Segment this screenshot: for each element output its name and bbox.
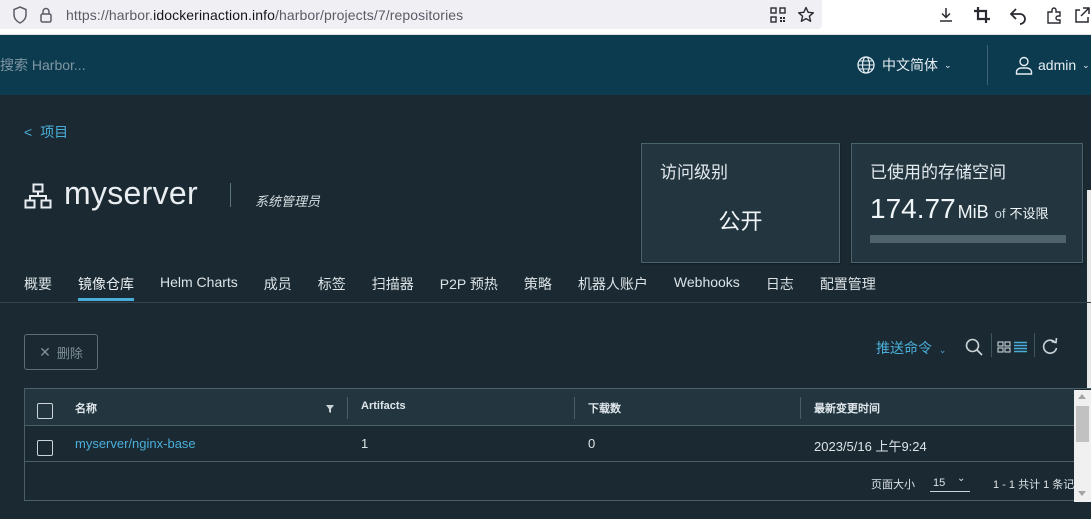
repository-name-link[interactable]: myserver/nginx-base [75,436,196,451]
username: admin [1038,57,1077,73]
undo-icon[interactable] [1008,5,1028,25]
row-checkbox[interactable] [37,440,53,456]
storage-usage: 174.77 MiB of 不设限 [870,193,1049,225]
search-icon[interactable] [964,337,984,357]
storage-of: of [994,206,1006,221]
storage-title: 已使用的存储空间 [870,163,1006,182]
chevron-down-icon: ⌄ [944,59,952,70]
address-bar[interactable]: https://harbor.idockerinaction.info/harb… [0,0,822,29]
tab-0[interactable]: 概要 [24,274,52,298]
push-command-label: 推送命令 [876,340,932,356]
filter-icon[interactable] [325,404,335,414]
page-size-label: 页面大小 [871,479,915,491]
extensions-icon[interactable] [1044,5,1064,25]
bookmark-star-icon[interactable] [796,5,816,25]
repository-name[interactable]: myserver/nginx-base [75,436,196,451]
download-icon[interactable] [936,5,956,25]
browser-toolbar: https://harbor.idockerinaction.info/harb… [0,0,1091,35]
column-separator[interactable] [347,397,348,419]
language-switcher[interactable]: 中文简体 ⌄ [856,53,952,77]
tab-1[interactable]: 镜像仓库 [78,274,134,301]
tab-10[interactable]: 日志 [766,274,794,298]
tabs-divider [0,302,1091,303]
access-level-value: 公开 [718,209,763,234]
project-tabs: 概要 镜像仓库 Helm Charts 成员 标签 扫描器 P2P 预热 策略 机器人账户 Web… [24,274,902,301]
column-header-name[interactable]: 名称 [75,400,97,416]
storage-limit: 不设限 [1009,206,1049,221]
qr-code-icon[interactable] [768,5,788,25]
table-header: 名称 Artifacts 下载数 最新变更时间 [25,389,1075,426]
share-icon[interactable] [1072,5,1091,25]
column-header-updated[interactable]: 最新变更时间 [814,400,880,416]
tab-3[interactable]: 成员 [264,274,292,298]
tab-9[interactable]: Webhooks [674,274,740,298]
globe-icon [857,56,875,74]
view-toggle-icon[interactable] [997,337,1029,357]
tab-6[interactable]: P2P 预热 [440,274,498,298]
repositories-table: 名称 Artifacts 下载数 最新变更时间 myserver/nginx-b… [24,388,1091,501]
access-level-card: 访问级别 公开 [641,143,840,263]
toolbar-divider [991,333,992,357]
scrollbar-thumb[interactable] [1076,406,1089,442]
back-to-projects-link[interactable]: < 项目 [24,122,68,142]
main-content: < 项目 myserver 系统管理员 访问级别 公开 已使用的存储空间 174.… [0,95,1091,519]
scroll-up-arrow-icon[interactable] [1078,394,1086,399]
tab-4[interactable]: 标签 [318,274,346,298]
user-icon [1015,56,1033,75]
lock-icon[interactable] [36,5,56,25]
update-time: 2023/5/16 上午9:24 [814,439,927,454]
chevron-down-icon: ⌄ [938,345,947,355]
table-row[interactable]: myserver/nginx-base 1 0 2023/5/16 上午9:24 [25,426,1075,462]
header-divider [987,45,988,85]
page-size-select[interactable]: 15 ⌄ [930,470,970,492]
push-command-dropdown[interactable]: 推送命令 ⌄ [876,338,946,358]
table-scrollbar[interactable] [1074,390,1091,502]
storage-unit: MiB [957,202,989,222]
title-divider [230,183,231,207]
language-label: 中文简体 [882,57,938,73]
project-name: myserver [64,175,198,211]
storage-amount: 174.77 [870,193,956,224]
storage-card: 已使用的存储空间 174.77 MiB of 不设限 [851,143,1083,263]
page-scrollbar[interactable] [1087,190,1091,390]
crop-icon[interactable] [972,5,992,25]
access-level-title: 访问级别 [660,163,728,182]
tab-11[interactable]: 配置管理 [820,274,876,298]
column-header-pulls[interactable]: 下载数 [588,400,621,416]
refresh-icon[interactable] [1041,337,1059,357]
chevron-down-icon: ⌄ [1082,59,1090,70]
column-separator[interactable] [800,397,801,419]
record-count: 1 - 1 共计 1 条记录 [993,479,1086,491]
back-link-label: 项目 [40,124,69,140]
tab-8[interactable]: 机器人账户 [578,274,648,298]
toolbar-divider [1034,333,1035,357]
column-header-artifacts[interactable]: Artifacts [361,400,406,412]
page-size-value: 15 [933,477,946,489]
tab-2[interactable]: Helm Charts [160,274,238,298]
pull-count: 0 [588,436,596,451]
table-footer: 页面大小 15 ⌄ 1 - 1 共计 1 条记录 [25,463,1085,501]
search-input[interactable] [0,55,200,75]
role-label: 系统管理员 [255,194,321,209]
scroll-down-arrow-icon[interactable] [1078,491,1086,496]
artifacts-count: 1 [361,436,369,451]
delete-label: 删除 [56,345,83,361]
chevron-left-icon: < [24,124,33,140]
chevron-down-icon: ⌄ [957,473,966,484]
delete-button[interactable]: ✕ 删除 [24,334,98,370]
select-all-checkbox[interactable] [37,403,53,419]
tab-7[interactable]: 策略 [524,274,552,298]
project-icon [24,183,52,209]
app-header: 中文简体 ⌄ admin ⌄ [0,35,1091,95]
shield-icon[interactable] [10,5,30,25]
tab-5[interactable]: 扫描器 [372,274,414,298]
close-icon: ✕ [39,343,51,360]
url-text[interactable]: https://harbor.idockerinaction.info/harb… [66,7,463,23]
user-menu[interactable]: admin ⌄ [1014,53,1090,77]
storage-progress-bar [870,235,1066,243]
column-separator[interactable] [574,397,575,419]
